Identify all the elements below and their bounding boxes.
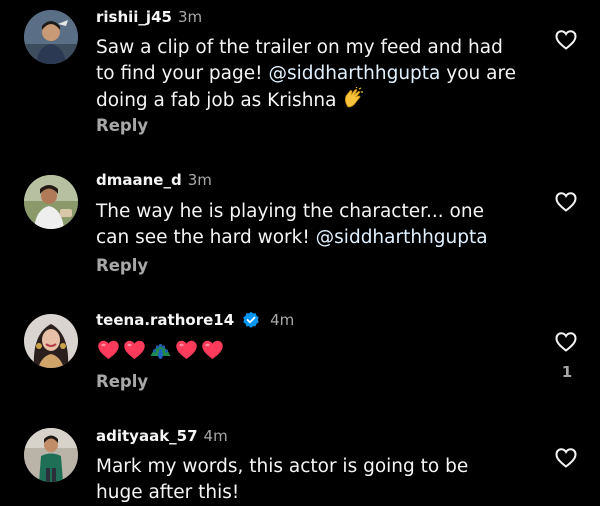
comment-line-head: can see the hard work! (96, 227, 316, 248)
avatar[interactable] (24, 10, 78, 64)
mention-link[interactable]: @siddharthhgupta (268, 63, 440, 84)
red-heart-icon (122, 338, 147, 362)
comment-line-head: to find your page! (96, 63, 269, 84)
username[interactable]: rishii_j45 (96, 8, 172, 26)
timestamp: 4m (203, 427, 228, 445)
like-button[interactable] (554, 446, 578, 470)
comment-text: The way he is playing the character... o… (96, 199, 536, 251)
mention-link[interactable]: @siddharthhgupta (316, 227, 488, 248)
comment-meta: teena.rathore14 4m (96, 309, 294, 331)
heart-outline-icon (555, 448, 577, 468)
like-count: 1 (561, 363, 573, 381)
timestamp: 3m (177, 8, 203, 26)
comment-meta: adityaak_57 4m (96, 425, 228, 447)
verified-badge-icon (242, 311, 260, 329)
peacock-icon (148, 338, 173, 362)
comment-text: Mark my words, this actor is going to be… (96, 454, 536, 506)
avatar[interactable] (24, 428, 78, 482)
clapping-hands-icon (342, 86, 364, 117)
avatar[interactable] (24, 175, 78, 229)
comment-meta: dmaane_d 3m (96, 169, 212, 191)
comment-line: to find your page! @siddharthhgupta you … (96, 61, 536, 87)
heart-outline-icon (555, 332, 577, 352)
username[interactable]: adityaak_57 (96, 427, 198, 445)
comment-meta: rishii_j45 3m (96, 6, 202, 28)
comment-line: The way he is playing the character... o… (96, 201, 484, 222)
comment-text: Saw a clip of the trailer on my feed and… (96, 35, 536, 117)
comment-line-tail: you are (440, 63, 517, 84)
comment-line-text: doing a fab job as Krishna (96, 90, 337, 111)
heart-outline-icon (555, 192, 577, 212)
heart-outline-icon (555, 30, 577, 50)
comment-line: Mark my words, this actor is going to be (96, 456, 469, 477)
timestamp: 4m (270, 311, 295, 329)
timestamp: 3m (187, 171, 212, 189)
red-heart-icon (174, 338, 199, 362)
avatar[interactable] (24, 314, 78, 368)
red-heart-icon (96, 338, 121, 362)
like-button[interactable] (554, 28, 578, 52)
emoji-row (96, 337, 536, 363)
comment-line: Saw a clip of the trailer on my feed and… (96, 37, 503, 58)
comment-text (96, 337, 536, 363)
reply-button[interactable]: Reply (96, 372, 148, 391)
like-button[interactable] (554, 190, 578, 214)
comment-line: huge after this! (96, 482, 240, 503)
reply-button[interactable]: Reply (96, 116, 148, 135)
reply-button[interactable]: Reply (96, 256, 148, 275)
comment-line: doing a fab job as Krishna (96, 86, 536, 117)
username[interactable]: teena.rathore14 (96, 311, 234, 329)
red-heart-icon (200, 338, 225, 362)
comment-line: can see the hard work! @siddharthhgupta (96, 225, 536, 251)
username[interactable]: dmaane_d (96, 171, 182, 189)
like-button[interactable] (554, 330, 578, 354)
